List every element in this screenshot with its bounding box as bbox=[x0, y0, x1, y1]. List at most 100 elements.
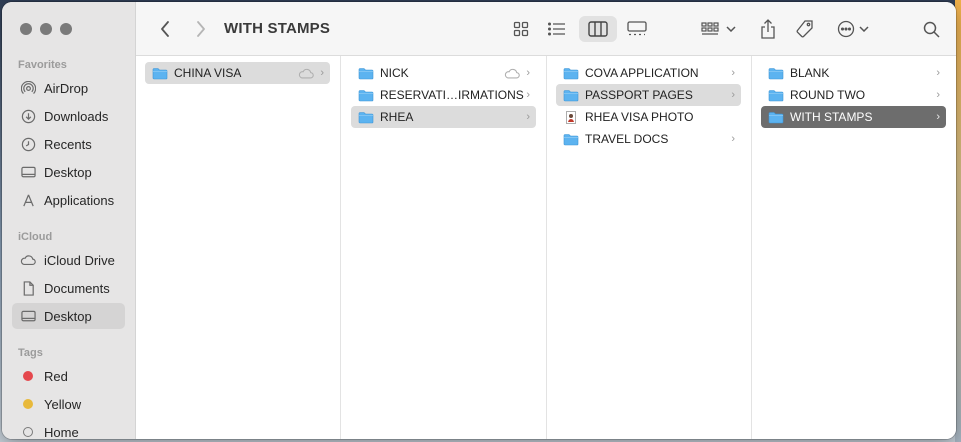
sidebar-item-label: Desktop bbox=[44, 308, 92, 324]
chevron-right-icon bbox=[197, 21, 205, 37]
list-item[interactable]: ROUND TWO › bbox=[761, 84, 946, 106]
applications-icon bbox=[20, 192, 36, 208]
sidebar-tag-home[interactable]: Home bbox=[12, 419, 125, 439]
group-icon bbox=[700, 22, 719, 35]
toolbar: WITH STAMPS bbox=[136, 2, 956, 56]
chevron-down-icon bbox=[725, 26, 736, 32]
search-button[interactable] bbox=[918, 16, 944, 42]
cloud-icon bbox=[20, 252, 36, 268]
folder-icon bbox=[152, 67, 168, 79]
item-name: RHEA bbox=[380, 110, 414, 124]
sidebar-item-documents[interactable]: Documents bbox=[12, 275, 125, 301]
close-window-button[interactable] bbox=[20, 23, 32, 35]
tags-button[interactable] bbox=[792, 16, 818, 42]
list-item[interactable]: CHINA VISA › bbox=[145, 62, 330, 84]
cloud-icon bbox=[299, 68, 315, 78]
item-name: NICK bbox=[380, 66, 409, 80]
item-name: RHEA VISA PHOTO bbox=[585, 110, 694, 124]
window-title: WITH STAMPS bbox=[224, 20, 331, 37]
sidebar-item-recents[interactable]: Recents bbox=[12, 131, 125, 157]
folder-icon bbox=[563, 89, 579, 101]
item-name: BLANK bbox=[790, 66, 830, 80]
folder-icon bbox=[768, 111, 784, 123]
home-tag-icon bbox=[20, 424, 36, 439]
item-name: RESERVATI…IRMATIONS bbox=[380, 88, 524, 102]
folder-icon bbox=[768, 89, 784, 101]
sidebar-item-label: Red bbox=[44, 368, 68, 384]
chevron-right-icon: › bbox=[526, 67, 530, 79]
list-item[interactable]: BLANK › bbox=[761, 62, 946, 84]
folder-icon bbox=[768, 67, 784, 79]
back-button[interactable] bbox=[154, 16, 176, 42]
minimize-window-button[interactable] bbox=[40, 23, 52, 35]
airdrop-icon bbox=[20, 80, 36, 96]
cloud-icon bbox=[505, 68, 521, 78]
search-icon bbox=[923, 21, 940, 38]
sidebar-item-desktop[interactable]: Desktop bbox=[12, 159, 125, 185]
item-name: TRAVEL DOCS bbox=[585, 132, 669, 146]
column-2: NICK › RESERVATI…IRMATIONS › RHEA › bbox=[342, 56, 547, 439]
sidebar-item-downloads[interactable]: Downloads bbox=[12, 103, 125, 129]
chevron-right-icon: › bbox=[320, 67, 324, 79]
chevron-down-icon bbox=[859, 26, 869, 32]
action-menu-button[interactable] bbox=[833, 16, 873, 42]
column-1: CHINA VISA › bbox=[136, 56, 341, 439]
sidebar: Favorites AirDrop Downloads Recents Desk… bbox=[2, 2, 136, 439]
sidebar-item-icloud-desktop[interactable]: Desktop bbox=[12, 303, 125, 329]
group-by-button[interactable] bbox=[698, 16, 738, 42]
section-tags: Tags bbox=[18, 347, 43, 359]
list-icon bbox=[548, 22, 565, 36]
forward-button[interactable] bbox=[190, 16, 212, 42]
tag-icon bbox=[796, 20, 813, 38]
sidebar-item-airdrop[interactable]: AirDrop bbox=[12, 75, 125, 101]
sidebar-item-label: Applications bbox=[44, 192, 115, 208]
sidebar-tag-yellow[interactable]: Yellow bbox=[12, 391, 125, 417]
item-name: CHINA VISA bbox=[174, 66, 242, 80]
chevron-right-icon: › bbox=[936, 67, 940, 79]
sidebar-item-label: iCloud Drive bbox=[44, 252, 115, 268]
chevron-right-icon: › bbox=[731, 89, 735, 101]
list-item[interactable]: WITH STAMPS › bbox=[761, 106, 946, 128]
list-view-button[interactable] bbox=[543, 16, 571, 42]
sidebar-tag-red[interactable]: Red bbox=[12, 363, 125, 389]
document-icon bbox=[20, 280, 36, 296]
column-view-button[interactable] bbox=[579, 16, 617, 42]
chevron-right-icon: › bbox=[936, 89, 940, 101]
finder-window: Favorites AirDrop Downloads Recents Desk… bbox=[2, 2, 956, 439]
chevron-right-icon: › bbox=[731, 67, 735, 79]
list-item[interactable]: RHEA › bbox=[351, 106, 536, 128]
list-item[interactable]: RHEA VISA PHOTO bbox=[556, 106, 741, 128]
gallery-view-button[interactable] bbox=[622, 16, 652, 42]
download-icon bbox=[20, 108, 36, 124]
grid-icon bbox=[513, 21, 529, 37]
column-browser: CHINA VISA › NICK › RESERVATI…IRMATIONS … bbox=[136, 56, 956, 439]
list-item[interactable]: COVA APPLICATION › bbox=[556, 62, 741, 84]
folder-icon bbox=[563, 67, 579, 79]
desktop-icon bbox=[20, 308, 36, 324]
share-button[interactable] bbox=[755, 16, 781, 42]
zoom-window-button[interactable] bbox=[60, 23, 72, 35]
share-icon bbox=[761, 19, 775, 39]
sidebar-item-label: AirDrop bbox=[44, 80, 89, 96]
item-name: COVA APPLICATION bbox=[585, 66, 699, 80]
list-item[interactable]: PASSPORT PAGES › bbox=[556, 84, 741, 106]
sidebar-item-applications[interactable]: Applications bbox=[12, 187, 125, 213]
chevron-left-icon bbox=[161, 21, 169, 37]
sidebar-item-label: Home bbox=[44, 424, 79, 440]
chevron-right-icon: › bbox=[526, 111, 530, 123]
sidebar-item-icloud-drive[interactable]: iCloud Drive bbox=[12, 247, 125, 273]
more-icon bbox=[837, 20, 855, 38]
window-controls bbox=[20, 23, 72, 35]
list-item[interactable]: TRAVEL DOCS › bbox=[556, 128, 741, 150]
folder-icon bbox=[358, 89, 374, 101]
clock-icon bbox=[20, 136, 36, 152]
list-item[interactable]: RESERVATI…IRMATIONS › bbox=[351, 84, 536, 106]
list-item[interactable]: NICK › bbox=[351, 62, 536, 84]
icon-view-button[interactable] bbox=[507, 16, 535, 42]
yellow-tag-icon bbox=[20, 396, 36, 412]
folder-icon bbox=[358, 67, 374, 79]
gallery-icon bbox=[627, 21, 647, 36]
chevron-right-icon: › bbox=[526, 89, 530, 101]
item-name: ROUND TWO bbox=[790, 88, 866, 102]
chevron-right-icon: › bbox=[731, 133, 735, 145]
